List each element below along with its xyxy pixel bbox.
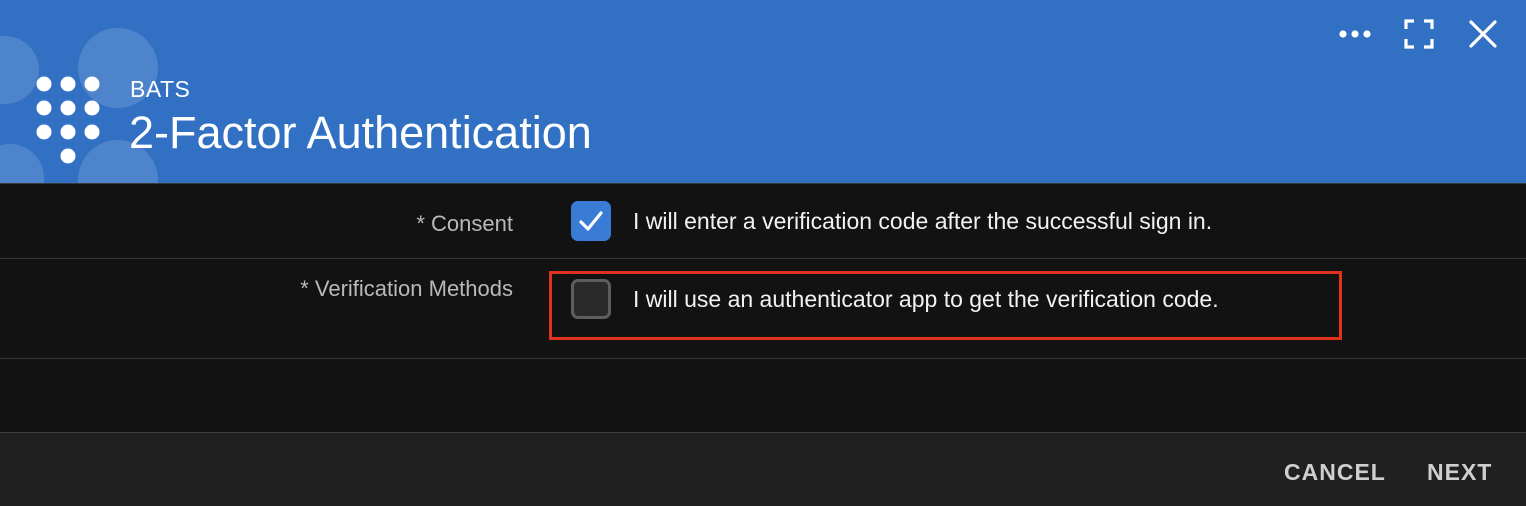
dialog-body: * Consent I will enter a verification co…: [0, 183, 1526, 433]
dialog-header: BATS 2-Factor Authentication: [0, 0, 1526, 183]
dialog-footer: CANCEL NEXT: [0, 432, 1526, 506]
consent-option[interactable]: I will enter a verification code after t…: [571, 201, 1212, 241]
close-button[interactable]: [1463, 14, 1503, 54]
consent-option-text: I will enter a verification code after t…: [633, 207, 1213, 234]
more-options-button[interactable]: [1335, 14, 1375, 54]
app-name: BATS: [130, 76, 191, 102]
next-button[interactable]: NEXT: [1427, 459, 1492, 486]
consent-row: * Consent I will enter a verification co…: [0, 184, 1526, 259]
more-options-icon: [1339, 30, 1371, 38]
verification-methods-label: * Verification Methods: [300, 276, 513, 301]
verification-methods-row: * Verification Methods I will use an aut…: [0, 259, 1526, 359]
authenticator-app-checkbox[interactable]: [571, 279, 611, 319]
consent-label: * Consent: [416, 211, 513, 236]
checkmark-icon: [579, 211, 603, 231]
close-icon: [1469, 20, 1497, 48]
authenticator-app-option-text: I will use an authenticator app to get t…: [633, 285, 1219, 312]
authenticator-app-option[interactable]: I will use an authenticator app to get t…: [571, 279, 1219, 319]
consent-checkbox[interactable]: [571, 201, 611, 241]
two-factor-dialog: BATS 2-Factor Authentication * Consent I…: [0, 0, 1526, 506]
expand-button[interactable]: [1399, 14, 1439, 54]
dialog-title: 2-Factor Authentication: [129, 107, 592, 158]
expand-icon: [1404, 19, 1434, 49]
app-logo-icon: [36, 76, 100, 164]
cancel-button[interactable]: CANCEL: [1284, 459, 1386, 486]
